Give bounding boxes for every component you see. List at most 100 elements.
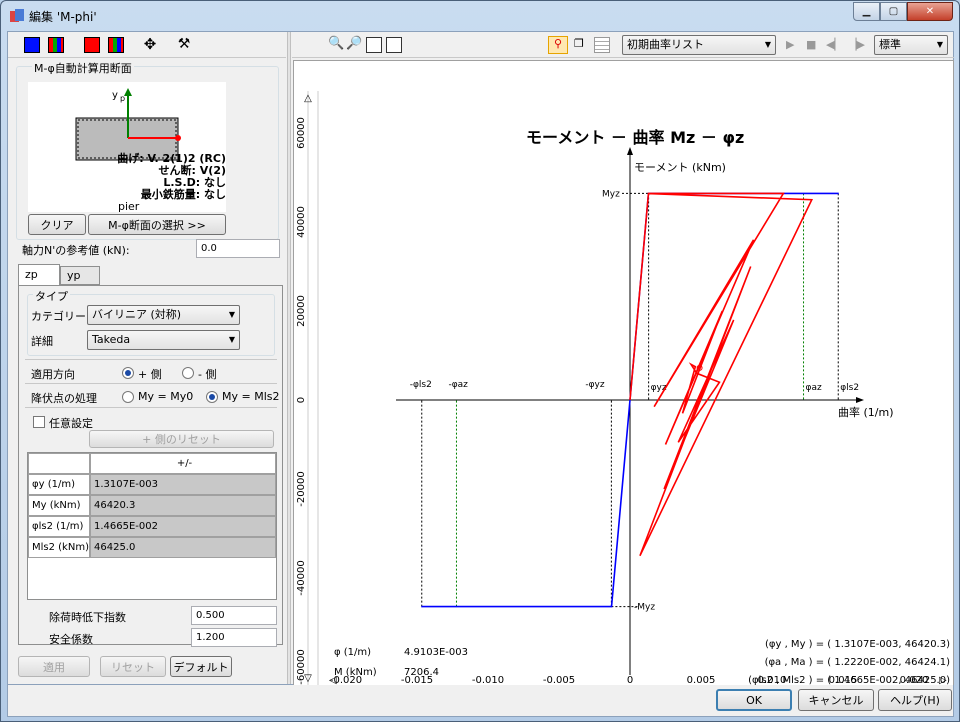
zoom-in-icon[interactable]: 🔍 xyxy=(328,36,344,52)
category-select[interactable]: バイリニア (対称) ▼ xyxy=(87,305,240,325)
red-palette-icon[interactable] xyxy=(108,37,124,53)
table-row-key: Mls2 (kNm) xyxy=(28,537,90,558)
minimize-button[interactable]: ▁ xyxy=(853,2,880,21)
mode-select[interactable]: 標準 ▼ xyxy=(874,35,948,55)
chart-area: 60000 40000 20000 0 -20000 -40000 -60000 -0.020… xyxy=(293,60,954,700)
safety-input[interactable]: 1.200 xyxy=(191,628,277,647)
axial-label: 軸力N'の参考値 (kN): xyxy=(22,244,130,257)
table-row-key: My (kNm) xyxy=(28,495,90,516)
ok-button[interactable]: OK xyxy=(716,689,792,711)
unload-input[interactable]: 0.500 xyxy=(191,606,277,625)
scroll-up-icon: △ xyxy=(304,93,312,104)
tool-icon[interactable]: ⚒ xyxy=(176,36,192,52)
direction-minus-radio[interactable] xyxy=(182,367,194,379)
direction-plus-label: + 側 xyxy=(138,368,162,381)
clear-button[interactable]: クリア xyxy=(28,214,86,235)
y-tick-label: -20000 xyxy=(296,471,307,506)
step-forward-icon[interactable]: ▕▶ xyxy=(848,38,865,51)
curvature-list-value: 初期曲率リスト xyxy=(627,38,704,51)
type-group-title: タイプ xyxy=(33,288,70,304)
preview-axis-sub: p xyxy=(120,94,126,103)
chevron-down-icon: ▼ xyxy=(228,310,235,319)
y-tick-label: 40000 xyxy=(296,206,307,238)
table-header: +/- xyxy=(90,453,276,474)
tab-yp[interactable]: yp xyxy=(60,266,100,285)
custom-label: 任意設定 xyxy=(49,417,93,430)
preview-line4: 最小鉄筋量: なし xyxy=(140,188,226,201)
y-axis-arrow xyxy=(627,147,633,155)
axial-input[interactable]: 0.0 xyxy=(196,239,280,258)
y-tick-label: 20000 xyxy=(296,295,307,327)
legend-line: (φy , My ) = ( 1.3107E-003, 46420.3) xyxy=(765,639,950,650)
chevron-down-icon: ▼ xyxy=(936,40,943,49)
play-icon[interactable]: ▶ xyxy=(786,38,794,51)
x-axis-arrow xyxy=(856,397,864,403)
zoom-out-icon[interactable]: 🔎 xyxy=(346,36,362,52)
hysteresis-curve xyxy=(629,192,814,557)
readout-phi-label: φ (1/m) xyxy=(334,647,371,658)
label-neg-phiaz: -φaz xyxy=(448,380,468,390)
select-section-button[interactable]: M-φ断面の選択 >> xyxy=(88,214,226,235)
y-tick-label: 0 xyxy=(296,397,307,403)
reset-button[interactable]: リセット xyxy=(100,656,166,677)
table-row-key: φls2 (1/m) xyxy=(28,516,90,537)
zoom-window-icon[interactable] xyxy=(386,37,402,53)
label-myz: Myz xyxy=(602,189,620,199)
chevron-down-icon: ▼ xyxy=(764,40,771,49)
readout-m-value: 7206.4 xyxy=(404,667,439,678)
reset-plus-button[interactable]: + 側のリセット xyxy=(89,430,274,448)
param-table: +/- φy (1/m) 1.3107E-003 My (kNm) 46420.… xyxy=(27,452,277,600)
maximize-button[interactable]: ▢ xyxy=(880,2,907,21)
client-area: ✥ ⚒ M-φ自動計算用断面 y p 曲げ: V. 2(1)2 (RC) せん断… xyxy=(7,31,954,700)
list-icon[interactable] xyxy=(594,37,610,53)
mode-value: 標準 xyxy=(879,38,901,51)
custom-checkbox[interactable] xyxy=(33,416,45,428)
person-icon[interactable]: ⚲ xyxy=(548,36,568,54)
yield-mls2-label: My = Mls2 xyxy=(222,390,280,403)
yield-mls2-radio[interactable] xyxy=(206,391,218,403)
help-button[interactable]: ヘルプ(H) xyxy=(878,689,952,711)
chevron-down-icon: ▼ xyxy=(228,335,235,344)
cancel-button[interactable]: キャンセル xyxy=(798,689,874,711)
blue-palette-icon[interactable] xyxy=(48,37,64,53)
table-corner xyxy=(28,453,90,474)
y-axis-label: モーメント (kNm) xyxy=(634,161,726,174)
y-tick-label: 60000 xyxy=(296,117,307,149)
y-tick-label: -40000 xyxy=(296,560,307,595)
table-row-key: φy (1/m) xyxy=(28,474,90,495)
readout-phi-value: 4.9103E-003 xyxy=(404,647,468,658)
yield-my0-radio[interactable] xyxy=(122,391,134,403)
label-phils2: φls2 xyxy=(840,383,859,393)
default-button[interactable]: デフォルト xyxy=(170,656,232,677)
splitter[interactable] xyxy=(287,32,291,684)
detail-select[interactable]: Takeda ▼ xyxy=(87,330,240,350)
label-neg-phils2: -φls2 xyxy=(410,380,432,390)
table-row-value[interactable]: 46425.0 xyxy=(90,537,276,558)
table-row-value[interactable]: 1.4665E-002 xyxy=(90,516,276,537)
scroll-down-icon: ▽ xyxy=(304,673,312,684)
readout-m-label: M (kNm) xyxy=(334,667,377,678)
detail-label: 詳細 xyxy=(31,335,53,348)
legend-line: (φa , Ma ) = ( 1.2220E-002, 46424.1) xyxy=(765,657,951,668)
tab-zp[interactable]: zp xyxy=(18,264,60,286)
zoom-fit-icon[interactable] xyxy=(366,37,382,53)
blue-color-icon[interactable] xyxy=(24,37,40,53)
label-neg-phiyz: -φyz xyxy=(585,380,605,390)
left-toolbar: ✥ ⚒ xyxy=(8,32,286,58)
move-icon[interactable]: ✥ xyxy=(142,35,158,53)
chart-title: モーメント － 曲率 Mz － φz xyxy=(526,128,744,147)
table-row-value[interactable]: 46420.3 xyxy=(90,495,276,516)
yield-my0-label: My = My0 xyxy=(138,390,194,403)
stop-icon[interactable]: ■ xyxy=(806,38,816,51)
mphi-chart[interactable]: 6000040000200000-20000-40000-60000 -0.020… xyxy=(294,61,954,700)
direction-plus-radio[interactable] xyxy=(122,367,134,379)
step-back-icon[interactable]: ◀▏ xyxy=(826,38,843,51)
close-button[interactable]: ✕ xyxy=(907,2,953,21)
label-neg-myz: -Myz xyxy=(634,603,655,613)
apply-button[interactable]: 適用 xyxy=(18,656,90,677)
section-group-title: M-φ自動計算用断面 xyxy=(32,60,134,76)
red-color-icon[interactable] xyxy=(84,37,100,53)
curvature-list-select[interactable]: 初期曲率リスト ▼ xyxy=(622,35,776,55)
copy-icon[interactable]: ❐ xyxy=(574,37,590,53)
table-row-value[interactable]: 1.3107E-003 xyxy=(90,474,276,495)
